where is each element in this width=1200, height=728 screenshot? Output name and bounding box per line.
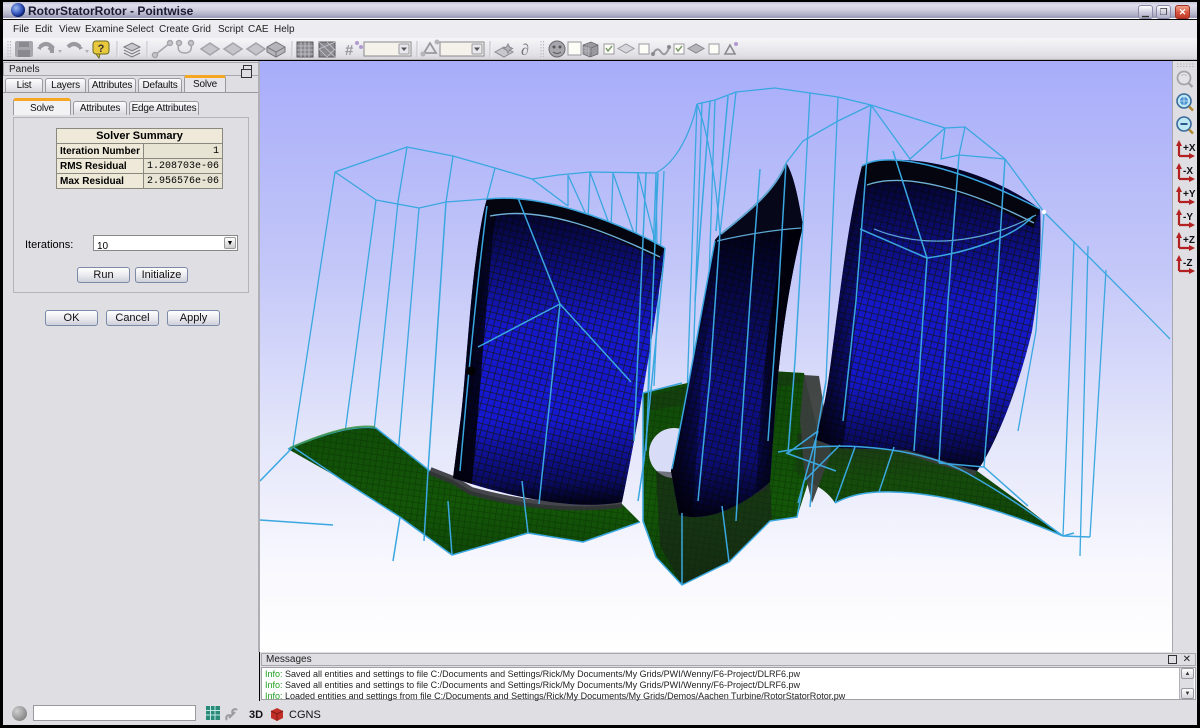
svg-text:-Z: -Z [1183, 258, 1192, 269]
svg-text:-X: -X [1183, 166, 1193, 177]
svg-text:+Y: +Y [1183, 189, 1196, 200]
svg-text:?: ? [98, 43, 105, 55]
svg-text:∂: ∂ [521, 42, 529, 59]
svg-text:-Y: -Y [1183, 212, 1193, 223]
svg-text:3D: 3D [249, 709, 263, 721]
svg-text:+X: +X [1183, 143, 1196, 154]
svg-text:CGNS: CGNS [289, 709, 321, 721]
svg-text:+Z: +Z [1183, 235, 1195, 246]
svg-text:#: # [345, 42, 354, 59]
